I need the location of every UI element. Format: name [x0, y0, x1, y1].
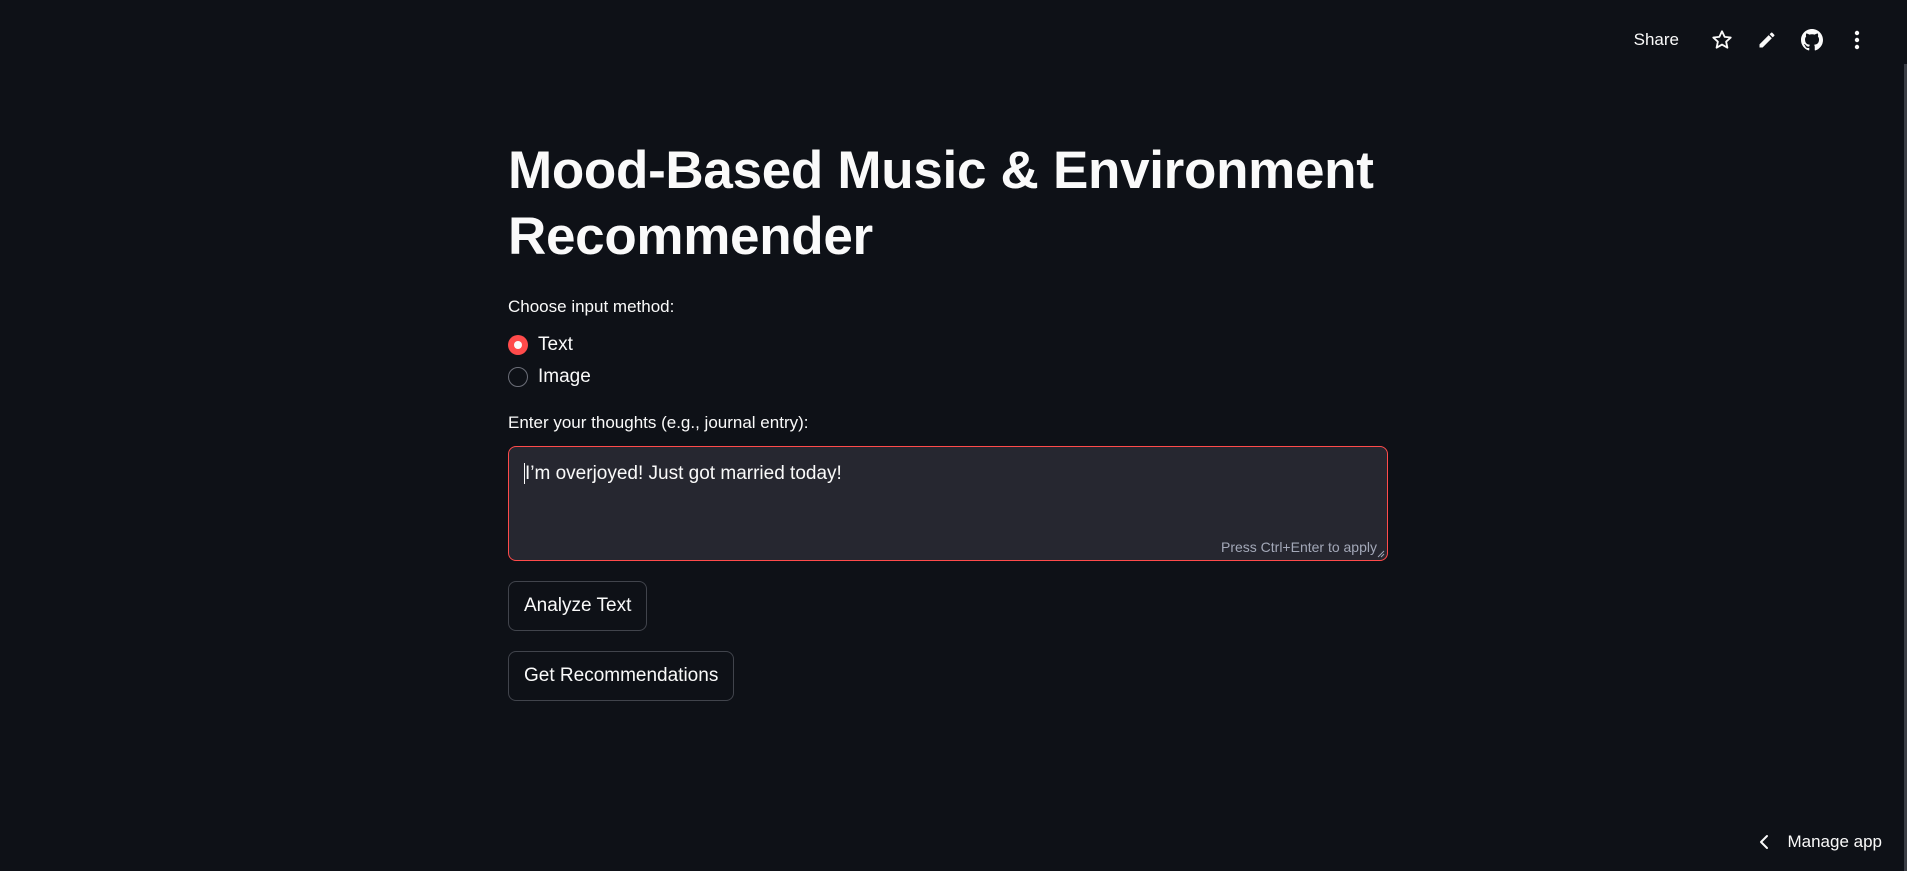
page-title: Mood-Based Music & Environment Recommend… — [508, 141, 1374, 266]
thoughts-textarea-value[interactable]: I’m overjoyed! Just got married today! — [524, 463, 842, 484]
input-method-label: Choose input method: — [508, 297, 675, 316]
analyze-text-button[interactable]: Analyze Text — [508, 581, 648, 631]
kebab-menu-icon[interactable] — [1834, 24, 1879, 56]
chevron-left-icon — [1759, 834, 1769, 850]
input-method-radio-group: Text Image — [508, 329, 1388, 393]
thoughts-label: Enter your thoughts (e.g., journal entry… — [508, 413, 809, 432]
star-icon[interactable] — [1699, 24, 1744, 56]
radio-option-text[interactable]: Text — [508, 329, 1388, 361]
radio-unselected-icon[interactable] — [508, 367, 528, 387]
main-content: Mood-Based Music & Environment Recommend… — [508, 138, 1388, 701]
thoughts-textarea[interactable]: I’m overjoyed! Just got married today! P… — [508, 446, 1388, 561]
share-button[interactable]: Share — [1634, 30, 1679, 50]
radio-option-label: Text — [538, 334, 573, 355]
github-icon[interactable] — [1789, 24, 1834, 56]
radio-option-label: Image — [538, 366, 591, 387]
radio-selected-icon[interactable] — [508, 335, 528, 355]
pencil-icon[interactable] — [1744, 24, 1789, 56]
radio-option-image[interactable]: Image — [508, 361, 1388, 393]
resize-handle-icon[interactable] — [1377, 550, 1385, 558]
top-toolbar: Share — [1634, 24, 1879, 56]
apply-hint: Press Ctrl+Enter to apply — [1220, 539, 1377, 555]
manage-app-label: Manage app — [1787, 832, 1882, 851]
manage-app-button[interactable]: Manage app — [1759, 827, 1882, 857]
get-recommendations-button[interactable]: Get Recommendations — [508, 651, 735, 701]
